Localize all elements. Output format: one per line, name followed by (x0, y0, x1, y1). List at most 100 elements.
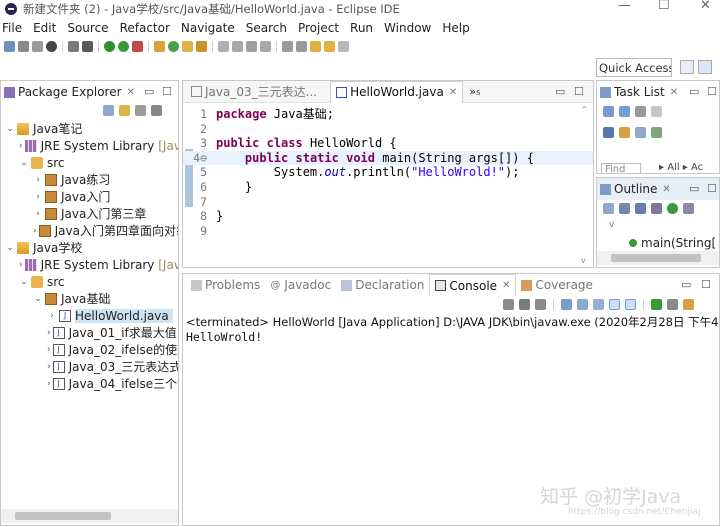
chevron-right-icon[interactable]: › (47, 328, 51, 338)
scroll-lock-icon[interactable] (577, 299, 588, 310)
tree-item[interactable]: ›JJava_04_ifelse三个数.java (5, 375, 178, 392)
task-list-title[interactable]: Task List (614, 85, 665, 99)
chevron-right-icon[interactable]: › (33, 192, 43, 202)
show-on-error-icon[interactable] (625, 299, 636, 310)
hide-static-icon[interactable] (651, 203, 662, 214)
maximize-icon[interactable]: ☐ (701, 278, 711, 291)
tab-problems[interactable]: Problems (186, 274, 265, 296)
chevron-right-icon[interactable]: › (47, 345, 51, 355)
minimize-icon[interactable]: ▭ (555, 85, 565, 98)
link-icon[interactable] (651, 127, 662, 138)
tab-overflow-button[interactable]: »₅ (469, 85, 480, 98)
vertical-scrollbar[interactable]: ^ v (581, 105, 591, 265)
pin-console-icon[interactable] (651, 299, 662, 310)
new-task-icon[interactable] (603, 106, 614, 117)
annotation-icon[interactable] (218, 40, 229, 52)
horizontal-scrollbar[interactable] (1, 509, 178, 523)
block-selection-icon[interactable] (246, 40, 257, 52)
menu-edit[interactable]: Edit (33, 21, 56, 35)
minimize-button[interactable]: — (618, 0, 631, 13)
chevron-right-icon[interactable]: › (47, 311, 57, 321)
open-type-icon[interactable] (182, 40, 193, 52)
close-icon[interactable]: ✕ (449, 87, 457, 98)
tree-item[interactable]: ⌄ src (5, 273, 178, 290)
close-button[interactable]: ✕ (700, 0, 711, 13)
editor-tab-helloworld[interactable]: HelloWorld.java ✕ (330, 81, 464, 103)
tree-item[interactable]: ⌄ Java基础 (5, 290, 178, 307)
remove-all-icon[interactable] (535, 299, 546, 310)
close-icon[interactable]: ✕ (662, 184, 670, 195)
outline-title[interactable]: Outline (614, 182, 657, 196)
focus-icon[interactable] (635, 106, 646, 117)
menu-refactor[interactable]: Refactor (120, 21, 170, 35)
display-console-icon[interactable] (667, 299, 678, 310)
view-menu-icon[interactable] (151, 105, 162, 116)
open-perspective-icon[interactable] (680, 60, 694, 74)
save-all-icon[interactable] (32, 40, 43, 52)
find-input[interactable]: Find (601, 163, 641, 173)
chevron-right-icon[interactable]: › (33, 226, 37, 236)
debug-toggle-icon[interactable] (46, 40, 57, 52)
remove-launch-icon[interactable] (519, 299, 530, 310)
maximize-icon[interactable]: ☐ (162, 85, 172, 98)
new-java-project-icon[interactable] (154, 40, 165, 52)
tab-console[interactable]: Console ✕ (429, 274, 517, 296)
menu-file[interactable]: File (2, 21, 22, 35)
tree-item[interactable]: ›JJava_01_if求最大值.java (5, 324, 178, 341)
minimize-icon[interactable]: ▭ (144, 85, 154, 98)
tree-item[interactable]: ›JJava_03_三元表达式.java (5, 358, 178, 375)
task-filter-links[interactable]: ▸ All ▸ Ac (659, 162, 703, 173)
previous-annotation-icon[interactable] (296, 40, 307, 52)
chevron-down-icon[interactable]: ⌄ (19, 277, 29, 287)
clear-console-icon[interactable] (561, 299, 572, 310)
maximize-icon[interactable]: ☐ (707, 85, 717, 98)
new-icon[interactable] (4, 40, 15, 52)
save-icon[interactable] (18, 40, 29, 52)
categorize-icon[interactable] (619, 106, 630, 117)
scrollbar-thumb[interactable] (15, 512, 111, 520)
tab-javadoc[interactable]: @ Javadoc (265, 274, 336, 296)
chevron-down-icon[interactable]: ⌄ (33, 294, 43, 304)
tree-item[interactable]: › Java练习 (5, 171, 178, 188)
terminate-icon[interactable] (503, 299, 514, 310)
chevron-down-icon[interactable]: v (609, 220, 614, 230)
gear-icon[interactable] (82, 40, 93, 52)
chevron-right-icon[interactable]: › (33, 175, 43, 185)
outline-item[interactable]: main(String[ (629, 234, 716, 251)
scrollbar-thumb[interactable] (611, 254, 701, 262)
java-perspective-icon[interactable] (698, 60, 712, 74)
tree-item[interactable]: ⌄ Java笔记 (5, 120, 178, 137)
sort-icon[interactable] (619, 127, 630, 138)
menu-window[interactable]: Window (384, 21, 431, 35)
menu-search[interactable]: Search (246, 21, 287, 35)
skip-breakpoints-icon[interactable] (68, 40, 79, 52)
maximize-button[interactable]: ☐ (658, 0, 670, 13)
tree-item[interactable]: › Java入门第三章 (5, 205, 178, 222)
tree-item[interactable]: ⌄ Java学校 (5, 239, 178, 256)
collapse-all-icon[interactable] (603, 203, 614, 214)
collapse-all-icon[interactable] (103, 105, 114, 116)
close-icon[interactable]: ✕ (127, 87, 135, 98)
minimize-icon[interactable]: ▭ (681, 278, 691, 291)
tree-item[interactable]: › Java入门 (5, 188, 178, 205)
open-console-icon[interactable] (683, 299, 694, 310)
menu-source[interactable]: Source (67, 21, 108, 35)
tree-item[interactable]: ⌄ src (5, 154, 178, 171)
forward-icon[interactable] (338, 40, 349, 52)
close-icon[interactable]: ✕ (502, 280, 510, 291)
menu-project[interactable]: Project (298, 21, 339, 35)
chevron-right-icon[interactable]: › (47, 362, 51, 372)
menu-navigate[interactable]: Navigate (181, 21, 235, 35)
chevron-right-icon[interactable]: › (19, 260, 23, 270)
search-icon[interactable] (196, 40, 207, 52)
maximize-icon[interactable]: ☐ (707, 182, 717, 195)
coverage-icon[interactable] (132, 40, 143, 52)
minimize-icon[interactable]: ▭ (689, 182, 699, 195)
sort-icon[interactable] (619, 203, 630, 214)
run-icon[interactable] (104, 40, 115, 52)
menu-help[interactable]: Help (442, 21, 469, 35)
filter-icon[interactable] (603, 127, 614, 138)
tree-item[interactable]: › JRE System Library [JavaS (5, 256, 178, 273)
collapse-all-icon[interactable] (635, 127, 646, 138)
editor-tab-java03[interactable]: Java_03_三元表达... (186, 81, 322, 103)
